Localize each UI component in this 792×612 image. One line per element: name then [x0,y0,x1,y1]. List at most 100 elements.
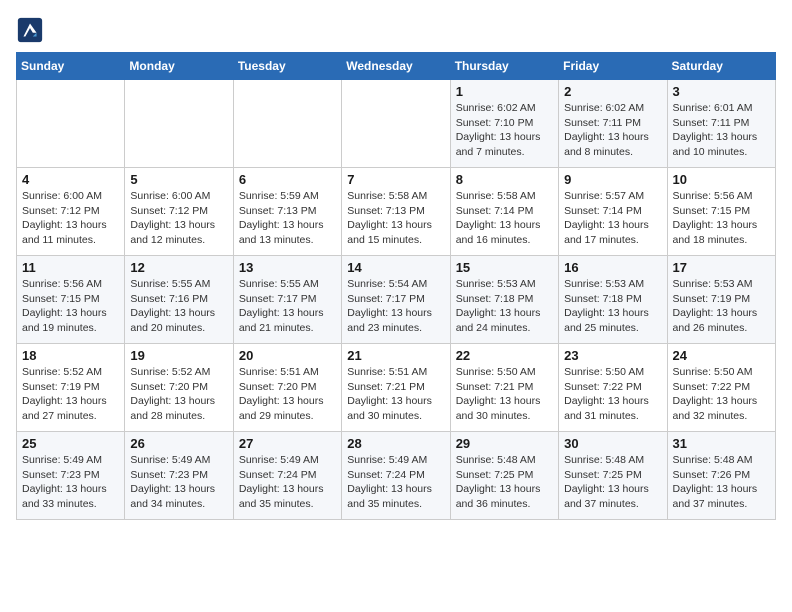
day-info: Sunrise: 5:58 AM Sunset: 7:13 PM Dayligh… [347,189,444,248]
day-number: 22 [456,348,553,363]
day-info: Sunrise: 5:48 AM Sunset: 7:25 PM Dayligh… [564,453,661,512]
day-info: Sunrise: 5:59 AM Sunset: 7:13 PM Dayligh… [239,189,336,248]
calendar-cell [342,80,450,168]
day-info: Sunrise: 5:49 AM Sunset: 7:23 PM Dayligh… [22,453,119,512]
day-info: Sunrise: 5:53 AM Sunset: 7:19 PM Dayligh… [673,277,770,336]
calendar-cell: 28 Sunrise: 5:49 AM Sunset: 7:24 PM Dayli… [342,432,450,520]
weekday-header: Thursday [450,53,558,80]
day-number: 2 [564,84,661,99]
calendar-cell: 29 Sunrise: 5:48 AM Sunset: 7:25 PM Dayli… [450,432,558,520]
calendar-cell: 25 Sunrise: 5:49 AM Sunset: 7:23 PM Dayli… [17,432,125,520]
calendar-cell: 16Sunrise: 5:53 AM Sunset: 7:18 PM Dayli… [559,256,667,344]
day-number: 8 [456,172,553,187]
calendar-cell: 2 Sunrise: 6:02 AM Sunset: 7:11 PM Daylig… [559,80,667,168]
calendar-cell: 24Sunrise: 5:50 AM Sunset: 7:22 PM Dayli… [667,344,775,432]
day-number: 15 [456,260,553,275]
day-number: 11 [22,260,119,275]
day-info: Sunrise: 6:01 AM Sunset: 7:11 PM Dayligh… [673,101,770,160]
day-info: Sunrise: 5:48 AM Sunset: 7:25 PM Dayligh… [456,453,553,512]
day-number: 3 [673,84,770,99]
weekday-header: Sunday [17,53,125,80]
calendar-cell: 19 Sunrise: 5:52 AM Sunset: 7:20 PM Dayli… [125,344,233,432]
calendar-cell: 8 Sunrise: 5:58 AM Sunset: 7:14 PM Daylig… [450,168,558,256]
day-number: 13 [239,260,336,275]
day-number: 26 [130,436,227,451]
day-number: 29 [456,436,553,451]
day-number: 5 [130,172,227,187]
day-info: Sunrise: 5:53 AM Sunset: 7:18 PM Dayligh… [564,277,661,336]
day-number: 25 [22,436,119,451]
calendar-cell: 12 Sunrise: 5:55 AM Sunset: 7:16 PM Dayli… [125,256,233,344]
calendar-cell: 13 Sunrise: 5:55 AM Sunset: 7:17 PM Dayli… [233,256,341,344]
day-info: Sunrise: 5:56 AM Sunset: 7:15 PM Dayligh… [673,189,770,248]
calendar-cell: 26 Sunrise: 5:49 AM Sunset: 7:23 PM Dayli… [125,432,233,520]
day-info: Sunrise: 5:52 AM Sunset: 7:19 PM Dayligh… [22,365,119,424]
day-number: 31 [673,436,770,451]
day-number: 30 [564,436,661,451]
calendar-cell: 9 Sunrise: 5:57 AM Sunset: 7:14 PM Daylig… [559,168,667,256]
calendar-cell: 11 Sunrise: 5:56 AM Sunset: 7:15 PM Dayli… [17,256,125,344]
day-number: 23 [564,348,661,363]
calendar-week-row: 1 Sunrise: 6:02 AM Sunset: 7:10 PM Daylig… [17,80,776,168]
day-number: 7 [347,172,444,187]
day-info: Sunrise: 6:00 AM Sunset: 7:12 PM Dayligh… [130,189,227,248]
calendar-cell: 31 Sunrise: 5:48 AM Sunset: 7:26 PM Dayli… [667,432,775,520]
day-info: Sunrise: 5:55 AM Sunset: 7:16 PM Dayligh… [130,277,227,336]
weekday-header: Monday [125,53,233,80]
page-header [16,16,776,44]
day-info: Sunrise: 6:00 AM Sunset: 7:12 PM Dayligh… [22,189,119,248]
calendar-cell: 1 Sunrise: 6:02 AM Sunset: 7:10 PM Daylig… [450,80,558,168]
calendar-cell: 22 Sunrise: 5:50 AM Sunset: 7:21 PM Dayli… [450,344,558,432]
day-info: Sunrise: 5:49 AM Sunset: 7:23 PM Dayligh… [130,453,227,512]
day-number: 14 [347,260,444,275]
calendar-cell: 23 Sunrise: 5:50 AM Sunset: 7:22 PM Dayli… [559,344,667,432]
day-number: 6 [239,172,336,187]
day-info: Sunrise: 5:53 AM Sunset: 7:18 PM Dayligh… [456,277,553,336]
calendar-week-row: 4 Sunrise: 6:00 AM Sunset: 7:12 PM Daylig… [17,168,776,256]
day-info: Sunrise: 5:52 AM Sunset: 7:20 PM Dayligh… [130,365,227,424]
day-number: 9 [564,172,661,187]
calendar-cell: 6 Sunrise: 5:59 AM Sunset: 7:13 PM Daylig… [233,168,341,256]
day-info: Sunrise: 6:02 AM Sunset: 7:10 PM Dayligh… [456,101,553,160]
day-info: Sunrise: 5:49 AM Sunset: 7:24 PM Dayligh… [239,453,336,512]
day-info: Sunrise: 5:50 AM Sunset: 7:21 PM Dayligh… [456,365,553,424]
weekday-header: Saturday [667,53,775,80]
calendar-week-row: 18 Sunrise: 5:52 AM Sunset: 7:19 PM Dayli… [17,344,776,432]
day-number: 19 [130,348,227,363]
day-number: 1 [456,84,553,99]
weekday-header: Tuesday [233,53,341,80]
day-number: 28 [347,436,444,451]
day-info: Sunrise: 5:50 AM Sunset: 7:22 PM Dayligh… [564,365,661,424]
calendar-cell: 30 Sunrise: 5:48 AM Sunset: 7:25 PM Dayli… [559,432,667,520]
day-number: 18 [22,348,119,363]
day-number: 21 [347,348,444,363]
day-info: Sunrise: 5:51 AM Sunset: 7:20 PM Dayligh… [239,365,336,424]
calendar-week-row: 11 Sunrise: 5:56 AM Sunset: 7:15 PM Dayli… [17,256,776,344]
calendar-cell: 21 Sunrise: 5:51 AM Sunset: 7:21 PM Dayli… [342,344,450,432]
day-info: Sunrise: 5:57 AM Sunset: 7:14 PM Dayligh… [564,189,661,248]
day-info: Sunrise: 5:58 AM Sunset: 7:14 PM Dayligh… [456,189,553,248]
calendar-cell: 14Sunrise: 5:54 AM Sunset: 7:17 PM Dayli… [342,256,450,344]
day-number: 12 [130,260,227,275]
day-info: Sunrise: 5:56 AM Sunset: 7:15 PM Dayligh… [22,277,119,336]
weekday-header-row: SundayMondayTuesdayWednesdayThursdayFrid… [17,53,776,80]
day-info: Sunrise: 5:50 AM Sunset: 7:22 PM Dayligh… [673,365,770,424]
day-info: Sunrise: 5:51 AM Sunset: 7:21 PM Dayligh… [347,365,444,424]
day-number: 20 [239,348,336,363]
calendar-cell: 3 Sunrise: 6:01 AM Sunset: 7:11 PM Daylig… [667,80,775,168]
calendar-cell [125,80,233,168]
calendar-cell: 20 Sunrise: 5:51 AM Sunset: 7:20 PM Dayli… [233,344,341,432]
day-number: 17 [673,260,770,275]
calendar-cell: 15 Sunrise: 5:53 AM Sunset: 7:18 PM Dayli… [450,256,558,344]
logo [16,16,48,44]
day-number: 4 [22,172,119,187]
calendar-table: SundayMondayTuesdayWednesdayThursdayFrid… [16,52,776,520]
calendar-week-row: 25 Sunrise: 5:49 AM Sunset: 7:23 PM Dayli… [17,432,776,520]
day-info: Sunrise: 5:49 AM Sunset: 7:24 PM Dayligh… [347,453,444,512]
calendar-cell: 4 Sunrise: 6:00 AM Sunset: 7:12 PM Daylig… [17,168,125,256]
day-info: Sunrise: 5:48 AM Sunset: 7:26 PM Dayligh… [673,453,770,512]
logo-icon [16,16,44,44]
day-info: Sunrise: 5:55 AM Sunset: 7:17 PM Dayligh… [239,277,336,336]
weekday-header: Wednesday [342,53,450,80]
day-info: Sunrise: 6:02 AM Sunset: 7:11 PM Dayligh… [564,101,661,160]
